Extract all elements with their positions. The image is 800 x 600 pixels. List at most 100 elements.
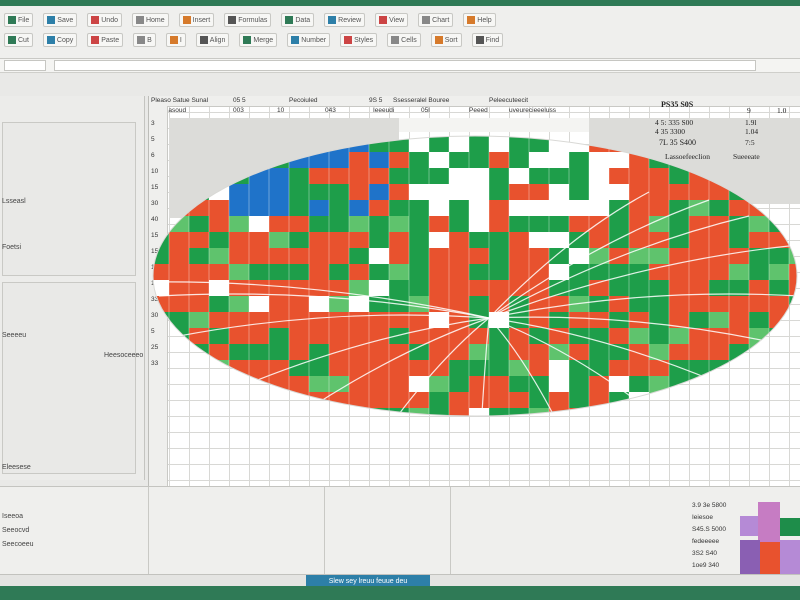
save-button[interactable]: Save	[43, 13, 78, 27]
chart-mosaic-cell	[649, 296, 669, 312]
review-button[interactable]: Review	[324, 13, 366, 27]
styles-button[interactable]: Styles	[340, 33, 378, 47]
chart-mosaic-cell	[729, 264, 749, 280]
chart-mosaic-cell	[169, 392, 189, 408]
chart-mosaic-cell	[209, 136, 229, 152]
chart-mosaic-cell	[789, 264, 797, 280]
chart-mosaic-cell	[429, 424, 449, 440]
chart-mosaic-cell	[409, 184, 429, 200]
sort-button[interactable]: Sort	[430, 33, 462, 47]
cut-icon	[8, 36, 16, 44]
chart-mosaic-cell	[449, 200, 469, 216]
chart-mosaic-cell	[249, 344, 269, 360]
chart-mosaic-cell	[769, 168, 789, 184]
file-button[interactable]: File	[4, 13, 34, 27]
chart-mosaic-cell	[269, 216, 289, 232]
chart-mosaic-cell	[169, 376, 189, 392]
chart-mosaic-cell	[549, 328, 569, 344]
chart-mosaic-cell	[209, 216, 229, 232]
merge-button[interactable]: Merge	[239, 33, 278, 47]
b-button[interactable]: B	[133, 33, 156, 47]
chart-button[interactable]: Chart	[418, 13, 454, 27]
ribbon-button-label: Formulas	[238, 16, 268, 24]
chart-mosaic-cell	[449, 216, 469, 232]
chart-mosaic-cell	[589, 200, 609, 216]
chart-mosaic-cell	[689, 296, 709, 312]
number-button[interactable]: Number	[287, 33, 331, 47]
chart-mosaic-cell	[209, 344, 229, 360]
chart-mosaic-cell	[369, 152, 389, 168]
data-icon	[285, 16, 294, 24]
chart-mosaic-cell	[609, 408, 629, 416]
insert-button[interactable]: Insert	[178, 13, 215, 27]
task-pane: Lsseasl Foetsi Seeeeu Heesoceeeo Eleeses…	[0, 96, 145, 480]
chart-mosaic-cell	[289, 200, 309, 216]
formulas-button[interactable]: Formulas	[224, 13, 272, 27]
chart-mosaic-cell	[509, 424, 529, 440]
view-button[interactable]: View	[375, 13, 409, 27]
chart-mosaic-cell	[749, 216, 769, 232]
chart-mosaic-cell	[729, 360, 749, 376]
find-button[interactable]: Find	[471, 33, 504, 47]
paste-button[interactable]: Paste	[87, 33, 124, 47]
chart-mosaic-cell	[549, 248, 569, 264]
chart-mosaic-cell	[409, 248, 429, 264]
chart-mosaic-cell	[409, 408, 429, 416]
chart-mosaic-cell	[289, 168, 309, 184]
mini-chart[interactable]	[740, 488, 800, 574]
chart-mosaic-cell	[389, 184, 409, 200]
chart-mosaic-cell	[549, 136, 569, 152]
chart-mosaic-cell	[249, 360, 269, 376]
chart-mosaic-cell	[229, 328, 249, 344]
chart-mosaic-cell	[249, 184, 269, 200]
chart-mosaic-cell	[549, 360, 569, 376]
copy-button[interactable]: Copy	[42, 33, 78, 47]
undo-button[interactable]: Undo	[87, 13, 122, 27]
chart-mosaic-cell	[789, 248, 797, 264]
data-button[interactable]: Data	[281, 13, 315, 27]
chart-mosaic-cell	[689, 200, 709, 216]
chart-mosaic-cell	[629, 328, 649, 344]
chart-mosaic-cell	[269, 328, 289, 344]
chart-mosaic-cell	[629, 232, 649, 248]
chart-mosaic-cell	[749, 296, 769, 312]
chart-mosaic-cell	[649, 408, 669, 416]
chart-mosaic-cell	[369, 200, 389, 216]
chart-mosaic-cell	[409, 392, 429, 408]
cells-button[interactable]: Cells	[387, 33, 421, 47]
chart-mosaic-cell	[153, 408, 169, 416]
spreadsheet-grid[interactable]: Pleaso Satue Sunal 05 5 Pecoiuled 9S 5 S…	[148, 96, 800, 486]
chart-mosaic-cell	[249, 248, 269, 264]
chart-mosaic-cell	[369, 392, 389, 408]
chart-mosaic-cell	[369, 280, 389, 296]
status-bar	[0, 586, 800, 600]
formula-input[interactable]	[54, 60, 756, 71]
chart-mosaic-cell	[689, 184, 709, 200]
chart-mosaic-cell	[609, 424, 629, 440]
i-button[interactable]: I	[165, 33, 186, 47]
help-icon	[467, 16, 476, 24]
chart-mosaic-cell	[569, 424, 589, 440]
cut-button[interactable]: Cut	[4, 33, 33, 47]
chart-mosaic-cell	[309, 280, 329, 296]
chart-mosaic-cell	[169, 216, 189, 232]
chart-mosaic-cell	[153, 216, 169, 232]
ribbon-row-primary: File Save Undo Home Insert Formulas Data Review…	[0, 12, 800, 28]
chart-mosaic-cell	[229, 296, 249, 312]
name-box[interactable]	[4, 60, 46, 71]
help-button[interactable]: Help	[463, 13, 496, 27]
home-button[interactable]: Home	[131, 13, 169, 27]
align-button[interactable]: Align	[195, 33, 230, 47]
chart-mosaic-cell	[789, 200, 797, 216]
chart-mosaic-cell	[609, 280, 629, 296]
ribbon-button-label: Paste	[101, 36, 120, 44]
chart-graphic[interactable]	[149, 96, 800, 486]
chart-mosaic-cell	[169, 328, 189, 344]
chart-mosaic-cell	[389, 152, 409, 168]
chart-mosaic-cell	[169, 408, 189, 416]
chart-mosaic-cell	[269, 152, 289, 168]
chart-mosaic-cell	[149, 424, 169, 440]
chart-mosaic-cell	[269, 424, 289, 440]
chart-mosaic-cell	[429, 280, 449, 296]
chart-mosaic-cell	[249, 168, 269, 184]
